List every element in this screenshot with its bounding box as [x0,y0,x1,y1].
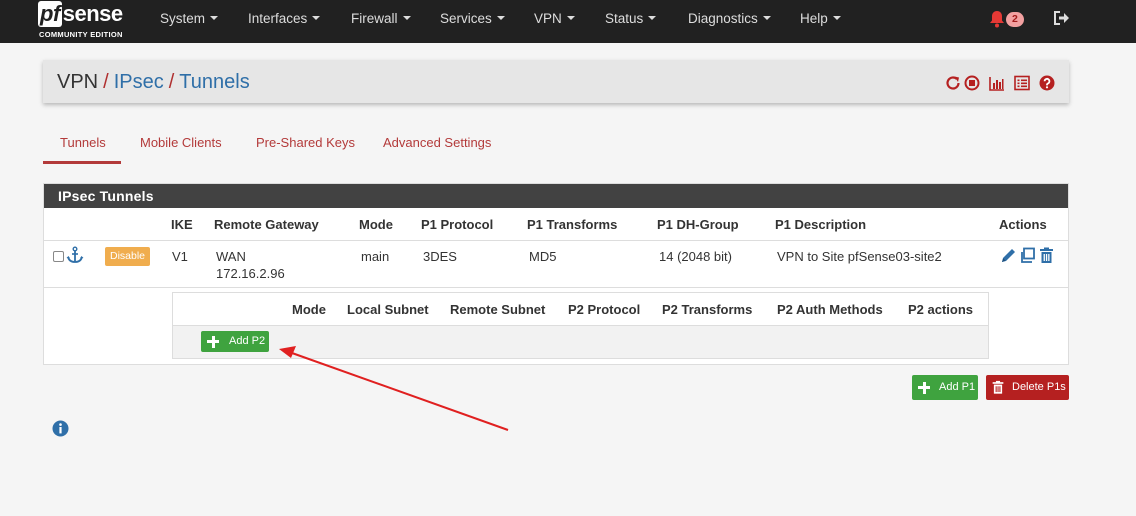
caret-down-icon [832,16,841,21]
add-p2-label: Add P2 [229,335,266,347]
p2-col-p2-auth-methods: P2 Auth Methods [777,302,883,317]
caret-down-icon [496,16,505,21]
delete-p1s-label: Delete P1s [1012,381,1066,393]
active-tab-indicator [43,161,121,164]
nav-services-label: Services [440,11,492,26]
caret-down-icon [402,16,411,21]
logout-icon[interactable] [1052,10,1070,26]
nav-diagnostics[interactable]: Diagnostics [688,11,771,26]
top-navbar: pf sense COMMUNITY EDITION System Interfa… [0,0,1136,43]
breadcrumb-ipsec[interactable]: IPsec [114,71,164,93]
plus-icon [918,381,930,394]
col-ike: IKE [171,217,193,232]
p2-col-local-subnet: Local Subnet [347,302,429,317]
col-p1-protocol: P1 Protocol [421,217,494,232]
nav-help[interactable]: Help [800,11,841,26]
breadcrumb: VPN / IPsec / Tunnels [57,71,250,94]
trash-icon [992,380,1004,394]
caret-down-icon [566,16,575,21]
caret-down-icon [210,16,219,21]
logo-pf: pf [38,1,62,27]
anchor-drag-icon[interactable] [66,246,84,264]
col-mode: Mode [359,217,393,232]
col-p1-description: P1 Description [775,217,867,232]
p2-col-p2-transforms: P2 Transforms [662,302,753,317]
stop-service-icon[interactable] [964,75,980,91]
breadcrumb-bar: VPN / IPsec / Tunnels [43,60,1069,103]
caret-down-icon [312,16,321,21]
copy-icon[interactable] [1019,247,1036,264]
p2-col-remote-subnet: Remote Subnet [450,302,546,317]
nav-system[interactable]: System [160,11,219,26]
help-icon[interactable] [1039,75,1055,91]
bell-icon[interactable] [989,10,1005,28]
add-p2-button[interactable]: Add P2 [201,331,269,352]
caret-down-icon [762,16,771,21]
tunnel-select-checkbox[interactable] [53,251,64,262]
logo-subtitle: COMMUNITY EDITION [39,30,123,39]
col-remote-gateway: Remote Gateway [214,217,319,232]
status-chart-icon[interactable] [989,75,1005,91]
add-p1-button[interactable]: Add P1 [912,375,978,400]
tab-advanced-settings[interactable]: Advanced Settings [383,135,491,150]
tunnel-p1-transforms: MD5 [529,249,557,264]
pfsense-logo[interactable]: pf sense COMMUNITY EDITION [38,1,138,41]
trash-icon[interactable] [1038,247,1055,264]
logo-wordmark: pf sense [38,1,123,27]
nav-vpn[interactable]: VPN [534,11,575,26]
caret-down-icon [648,16,657,21]
header-divider [44,240,1068,241]
log-list-icon[interactable] [1014,75,1030,91]
p2-col-mode: Mode [292,302,326,317]
col-actions: Actions [999,217,1047,232]
p2-footer-row [173,326,988,358]
nav-firewall[interactable]: Firewall [351,11,411,26]
plus-icon [207,335,219,348]
row-divider [44,287,1068,288]
edit-pencil-icon[interactable] [1000,247,1017,264]
p2-col-p2-actions: P2 actions [908,302,974,317]
restart-icon[interactable] [945,75,961,91]
breadcrumb-vpn: VPN [57,71,99,93]
nav-status[interactable]: Status [605,11,657,26]
col-p1-transforms: P1 Transforms [527,217,618,232]
panel-title: IPsec Tunnels [44,184,1068,208]
tab-tunnels[interactable]: Tunnels [60,135,106,150]
add-p1-label: Add P1 [939,381,976,393]
tunnel-gateway-interface: WAN [216,249,246,264]
col-p1-dh-group: P1 DH-Group [657,217,739,232]
nav-interfaces-label: Interfaces [248,11,308,26]
nav-firewall-label: Firewall [351,11,398,26]
nav-system-label: System [160,11,206,26]
breadcrumb-separator: / [103,71,109,93]
tunnel-gateway-ip: 172.16.2.96 [216,266,285,281]
tunnel-ike: V1 [172,249,188,264]
breadcrumb-separator: / [168,71,175,93]
info-icon[interactable] [52,420,69,437]
nav-interfaces[interactable]: Interfaces [248,11,321,26]
breadcrumb-tunnels[interactable]: Tunnels [179,71,249,93]
nav-vpn-label: VPN [534,11,562,26]
p2-col-p2-protocol: P2 Protocol [568,302,641,317]
nav-status-label: Status [605,11,644,26]
delete-p1s-button[interactable]: Delete P1s [986,375,1069,400]
nav-diagnostics-label: Diagnostics [688,11,758,26]
tunnel-p1-dh-group: 14 (2048 bit) [659,249,732,264]
tunnel-mode: main [361,249,390,264]
logo-sense: sense [62,1,123,26]
tunnel-p1-description: VPN to Site pfSense03-site2 [777,249,942,264]
tunnel-p1-protocol: 3DES [423,249,457,264]
nav-help-label: Help [800,11,828,26]
disable-tunnel-button[interactable]: Disable [105,247,150,266]
nav-services[interactable]: Services [440,11,505,26]
notification-badge[interactable]: 2 [1006,12,1024,27]
tab-pre-shared-keys[interactable]: Pre-Shared Keys [256,135,355,150]
tab-mobile-clients[interactable]: Mobile Clients [140,135,222,150]
